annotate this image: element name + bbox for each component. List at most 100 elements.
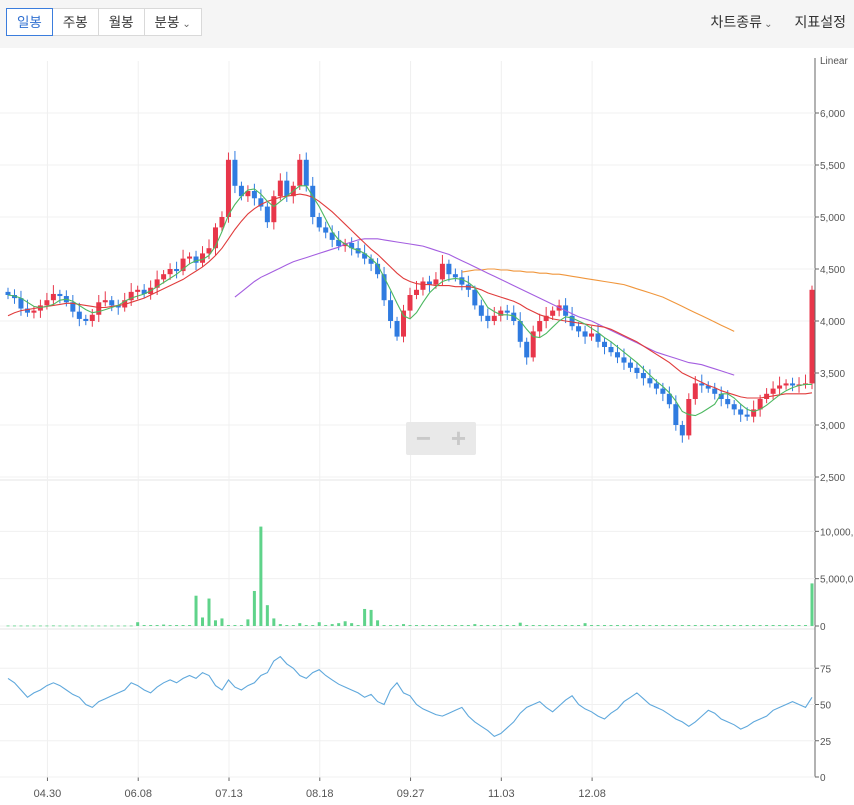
- minus-icon: −: [415, 423, 432, 453]
- candle-body: [738, 409, 744, 415]
- tab-daily[interactable]: 일봉: [6, 8, 53, 36]
- volume-bar: [726, 625, 730, 626]
- x-tick-label: 09.27: [397, 788, 425, 800]
- volume-bar: [116, 625, 120, 627]
- volume-bar: [479, 625, 483, 626]
- candle-body: [770, 388, 776, 394]
- rsi-tick-label: 0: [820, 773, 826, 784]
- tab-monthly-label: 월봉: [108, 15, 134, 30]
- candle-body: [277, 180, 283, 197]
- zoom-control: − +: [406, 422, 476, 455]
- volume-bar: [90, 625, 94, 627]
- volume-bar: [518, 622, 522, 626]
- volume-bar: [246, 619, 250, 626]
- chart-type-label: 차트종류: [710, 14, 763, 30]
- x-tick-label: 04.30: [34, 788, 62, 800]
- price-tick-label: 3,000: [820, 421, 845, 432]
- tab-minute-label: 분봉: [154, 15, 180, 30]
- candle-body: [582, 331, 588, 337]
- volume-bar: [330, 624, 334, 626]
- volume-bar: [706, 625, 710, 626]
- volume-bar: [414, 625, 418, 626]
- volume-bar: [473, 624, 477, 626]
- candle-body: [744, 414, 750, 417]
- volume-bar: [304, 625, 308, 626]
- volume-bar: [25, 625, 29, 627]
- indicator-settings-button[interactable]: 지표설정: [794, 8, 846, 39]
- volume-bar: [259, 526, 263, 626]
- chevron-down-icon: ⌄: [182, 19, 191, 30]
- volume-bar: [784, 625, 788, 626]
- rsi-tick-label: 25: [820, 737, 832, 748]
- candle-body: [102, 300, 108, 303]
- tab-minute[interactable]: 분봉 ⌄: [144, 8, 202, 36]
- volume-bar: [628, 625, 632, 626]
- volume-bar: [220, 618, 224, 626]
- volume-bar: [765, 625, 769, 626]
- volume-bar: [363, 608, 367, 626]
- candle-body: [537, 321, 543, 332]
- candle-body: [264, 206, 270, 223]
- candle-body: [31, 310, 37, 313]
- candle-body: [712, 388, 718, 394]
- volume-bar: [440, 625, 444, 626]
- candle-body: [57, 293, 63, 297]
- volume-bar: [791, 625, 795, 626]
- candle-body: [692, 383, 698, 399]
- candle-body: [420, 281, 426, 290]
- candle-body: [232, 159, 238, 186]
- volume-bar: [804, 625, 808, 626]
- volume-bar: [771, 625, 775, 626]
- candle-body: [634, 367, 640, 373]
- plus-icon: +: [450, 423, 467, 453]
- volume-bar: [434, 625, 438, 626]
- volume-bar: [700, 625, 704, 626]
- candle-body: [284, 180, 290, 197]
- volume-bar: [544, 625, 548, 626]
- volume-bar: [492, 625, 496, 626]
- volume-bar: [745, 625, 749, 626]
- volume-tick-label: 5,000,0: [820, 575, 854, 586]
- candle-body: [310, 185, 316, 217]
- tab-weekly[interactable]: 주봉: [52, 8, 99, 36]
- volume-bar: [110, 625, 114, 627]
- candle-body: [251, 191, 257, 199]
- volume-bar: [142, 625, 146, 626]
- volume-bar: [350, 623, 354, 626]
- candle-body: [777, 385, 783, 389]
- volume-bar: [207, 598, 211, 626]
- volume-bar: [64, 625, 68, 627]
- volume-bar: [641, 625, 645, 626]
- volume-bar: [421, 625, 425, 626]
- candle-body: [725, 399, 731, 405]
- volume-bar: [149, 625, 153, 626]
- volume-bar: [356, 625, 360, 626]
- zoom-out-button[interactable]: −: [406, 422, 441, 455]
- candle-body: [491, 315, 497, 321]
- volume-bar: [6, 625, 10, 627]
- candle-body: [401, 310, 407, 337]
- zoom-in-button[interactable]: +: [441, 422, 476, 455]
- candle-body: [614, 352, 620, 358]
- candle-body: [731, 404, 737, 410]
- candle-body: [550, 310, 556, 316]
- volume-bar: [778, 625, 782, 626]
- tab-monthly[interactable]: 월봉: [98, 8, 145, 36]
- candle-body: [576, 326, 582, 332]
- volume-bar: [84, 625, 88, 627]
- volume-bar: [369, 609, 373, 626]
- volume-bar: [680, 625, 684, 626]
- volume-bar: [278, 624, 282, 626]
- volume-bar: [564, 625, 568, 626]
- candle-body: [478, 305, 484, 316]
- candle-body: [135, 289, 141, 292]
- candle-body: [174, 269, 180, 272]
- volume-bar: [175, 625, 179, 626]
- volume-bar: [168, 625, 172, 626]
- chart-type-button[interactable]: 차트종류 ⌄: [711, 8, 773, 39]
- volume-bar: [19, 625, 23, 627]
- price-tick-label: 2,500: [820, 473, 845, 484]
- candle-body: [439, 263, 445, 280]
- volume-bar: [395, 625, 399, 626]
- candle-body: [679, 425, 685, 436]
